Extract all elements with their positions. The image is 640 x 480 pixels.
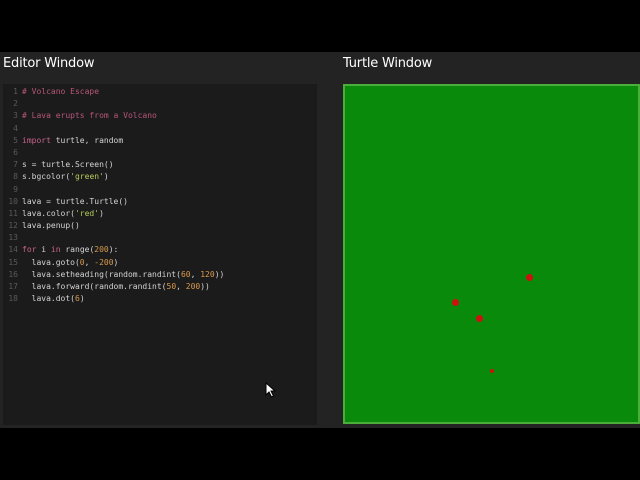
line-number: 3	[13, 111, 18, 121]
line-number: 12	[8, 221, 18, 231]
code-token: lava.goto(	[22, 257, 80, 267]
code-token: ))	[200, 282, 210, 291]
code-token: )	[113, 257, 119, 267]
code-token: # Volcano Escape	[22, 87, 100, 96]
code-token: lava.forward(random.randint(	[22, 282, 167, 291]
line-number: 6	[13, 147, 18, 157]
code-line[interactable]: 6	[3, 147, 224, 159]
editor-window-title: Editor Window	[3, 56, 95, 71]
code-line[interactable]: 12 lava.penup()	[3, 220, 224, 232]
code-line[interactable]: 4	[3, 123, 224, 135]
turtle-canvas	[343, 84, 640, 424]
code-token: 120	[200, 269, 215, 279]
code-token: import	[22, 135, 51, 145]
lava-dot	[525, 273, 533, 281]
code-line[interactable]: 8 s.bgcolor('green')	[3, 171, 224, 183]
code-token: )	[79, 294, 85, 304]
code-token: # Lava erupts from a Volcano	[22, 111, 157, 121]
code-line[interactable]: 10 lava = turtle.Turtle()	[3, 196, 224, 208]
code-token: -200	[94, 257, 114, 267]
code-token: 200	[94, 245, 109, 255]
code-line[interactable]: 3 # Lava erupts from a Volcano	[3, 110, 224, 122]
code-token: turtle, random	[50, 135, 124, 145]
mouse-pointer-icon	[265, 382, 276, 398]
code-token: 200	[185, 282, 201, 291]
code-line[interactable]: 1 # Volcano Escape	[3, 86, 224, 98]
code-token: lava.penup()	[22, 221, 80, 231]
code-token: s = turtle.Screen()	[22, 160, 114, 170]
code-token: ,	[84, 257, 95, 267]
code-line[interactable]: 9	[3, 184, 224, 196]
line-number: 17	[8, 282, 18, 291]
code-lines: 1 # Volcano Escape 2 3 # Lava erupts from a …	[3, 86, 224, 305]
code-token: ):	[108, 245, 119, 255]
canvas-area	[345, 86, 638, 422]
line-number: 10	[8, 196, 18, 206]
code-editor[interactable]: 1 # Volcano Escape 2 3 # Lava erupts from a …	[3, 84, 317, 425]
code-token: for	[22, 245, 37, 255]
code-line[interactable]: 7 s = turtle.Screen()	[3, 159, 224, 171]
code-token: lava.color(	[22, 208, 75, 218]
code-token: i	[36, 245, 51, 255]
code-token: s.bgcolor(	[22, 172, 71, 182]
line-number: 8	[13, 172, 18, 182]
line-number: 18	[8, 294, 18, 304]
line-number: 7	[13, 160, 18, 170]
code-line[interactable]: 16 lava.setheading(random.randint(60, 12…	[3, 269, 224, 281]
line-number: 11	[8, 208, 18, 218]
line-number: 2	[13, 99, 18, 109]
code-token: ))	[214, 269, 225, 279]
code-line[interactable]: 17 lava.forward(random.randint(50, 200))	[3, 281, 224, 293]
code-token: 'green'	[70, 172, 104, 182]
code-line[interactable]: 15 lava.goto(0, -200)	[3, 257, 224, 269]
code-line[interactable]: 11 lava.color('red')	[3, 208, 224, 220]
code-line[interactable]: 13	[3, 232, 224, 244]
code-token: )	[99, 208, 104, 218]
line-number: 9	[13, 184, 18, 194]
code-token: lava.setheading(random.randint(	[22, 269, 181, 279]
line-number: 15	[8, 257, 18, 267]
line-number: 13	[8, 233, 18, 243]
code-token: in	[50, 245, 61, 255]
line-number: 5	[13, 135, 18, 145]
code-line[interactable]: 14 for i in range(200):	[3, 244, 224, 256]
code-token: ,	[176, 282, 186, 291]
code-line[interactable]: 18 lava.dot(6)	[3, 293, 224, 305]
lava-dot	[451, 298, 459, 306]
turtle-window-title: Turtle Window	[343, 56, 433, 71]
lava-dot	[490, 369, 494, 373]
code-token: )	[103, 172, 109, 182]
lava-dot	[475, 314, 483, 322]
line-number: 14	[8, 245, 18, 255]
line-number: 1	[13, 87, 18, 96]
code-token: 50	[166, 282, 177, 291]
code-token: range(	[60, 245, 95, 255]
line-number: 16	[8, 269, 18, 279]
code-token: lava.dot(	[22, 294, 75, 304]
code-line[interactable]: 2	[3, 98, 224, 110]
code-line[interactable]: 5 import turtle, random	[3, 135, 224, 147]
code-token: 60	[180, 269, 191, 279]
code-token: 'red'	[74, 208, 100, 218]
code-token: lava = turtle.Turtle()	[22, 196, 128, 206]
code-token: ,	[190, 269, 201, 279]
line-number: 4	[13, 123, 18, 133]
